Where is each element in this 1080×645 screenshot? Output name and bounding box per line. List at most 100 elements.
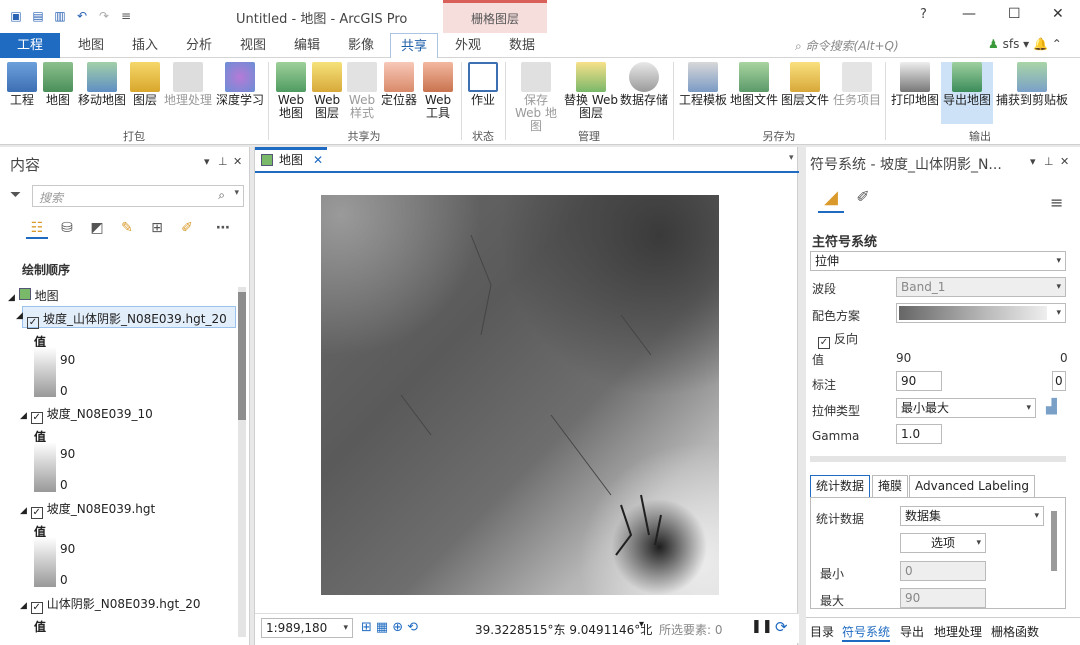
open-icon[interactable]: ▤ <box>30 8 46 24</box>
splitter[interactable] <box>810 456 1066 462</box>
collapse-icon[interactable]: ◢ <box>20 506 27 516</box>
pin-icon[interactable]: ⊥ <box>1044 155 1054 168</box>
filter-icon[interactable]: ⏷ <box>10 187 21 203</box>
new-project-icon[interactable]: ▣ <box>8 8 24 24</box>
visibility-checkbox[interactable]: ✓ <box>27 317 39 329</box>
primary-symbology-icon[interactable]: ◢ <box>818 187 844 213</box>
notification-icon[interactable]: 🔔 <box>1033 37 1048 51</box>
print-map-button[interactable]: 打印地图 <box>890 62 940 107</box>
tab-geoprocessing[interactable]: 地理处理 <box>934 623 982 640</box>
list-by-editing-icon[interactable]: ✎ <box>116 217 138 239</box>
tab-list-icon[interactable]: ▾ <box>789 153 794 163</box>
collapse-icon[interactable]: ◢ <box>16 311 23 321</box>
tab-statistics[interactable]: 统计数据 <box>810 475 871 497</box>
project-template-button[interactable]: 工程模板 <box>678 62 728 107</box>
tab-appearance[interactable]: 外观 <box>443 33 493 58</box>
close-tab-icon[interactable]: ✕ <box>313 150 323 170</box>
user-menu[interactable]: ♟ sfs ▾ 🔔 ⌃ <box>988 37 1062 51</box>
label-low-input[interactable]: 0 <box>1052 371 1066 391</box>
close-pane-icon[interactable]: ✕ <box>1060 155 1069 168</box>
collapse-icon[interactable]: ◢ <box>20 601 27 611</box>
list-by-selection-icon[interactable]: ◩ <box>86 217 108 239</box>
coordinate-format-dropdown[interactable]: ▾ <box>639 619 644 630</box>
renderer-type-select[interactable]: 拉伸 ▾ <box>810 251 1066 271</box>
gamma-input[interactable]: 1.0 <box>896 424 942 444</box>
options-button[interactable]: 选项 ▾ <box>900 533 986 553</box>
tab-raster-functions[interactable]: 栅格函数 <box>991 623 1039 640</box>
contents-search-input[interactable]: 搜索 ⌕ ▾ <box>32 185 244 207</box>
export-map-button[interactable]: 导出地图 <box>941 62 993 124</box>
tab-advanced-labeling[interactable]: Advanced Labeling <box>909 475 1036 497</box>
close-pane-icon[interactable]: ✕ <box>233 155 242 168</box>
refresh-map-icon[interactable]: ⟳ <box>775 618 788 636</box>
pause-drawing-icon[interactable]: ❚❚ <box>751 619 773 634</box>
grid-icon[interactable]: ▦ <box>376 620 392 635</box>
stretch-type-select[interactable]: 最小最大 ▾ <box>896 398 1036 418</box>
more-options-icon[interactable]: ⋯ <box>212 217 234 239</box>
pin-icon[interactable]: ⊥ <box>218 155 228 168</box>
command-search-input[interactable]: ⌕ 命令搜索(Alt+Q) <box>795 37 965 54</box>
package-layer-button[interactable]: 图层 <box>130 62 160 107</box>
list-by-snapping-icon[interactable]: ⊞ <box>146 217 168 239</box>
layer-item-hillshade[interactable]: ◢ ✓ 山体阴影_N08E039.hgt_20 <box>20 595 201 614</box>
tab-imagery[interactable]: 影像 <box>336 33 386 58</box>
save-web-map-button[interactable]: 保存 Web 地图 <box>510 62 562 133</box>
snapping-icon[interactable]: ⊕ <box>392 620 407 635</box>
menu-icon[interactable]: ≡ <box>1050 193 1063 212</box>
tab-map[interactable]: 地图 <box>66 33 116 58</box>
histogram-icon[interactable]: ▟ <box>1046 399 1057 415</box>
list-by-data-source-icon[interactable]: ⛁ <box>56 217 78 239</box>
tab-data[interactable]: 数据 <box>497 33 547 58</box>
tab-share[interactable]: 共享 <box>390 33 438 58</box>
tab-symbology[interactable]: 符号系统 <box>842 623 891 642</box>
share-web-style-button[interactable]: Web 样式 <box>346 62 378 120</box>
share-locator-button[interactable]: 定位器 <box>380 62 418 107</box>
elevation-raster[interactable] <box>321 195 719 595</box>
share-web-layer-button[interactable]: Web 图层 <box>310 62 344 120</box>
share-web-map-button[interactable]: Web 地图 <box>275 62 307 120</box>
layer-item-slope-10[interactable]: ◢ ✓ 坡度_N08E039_10 <box>20 405 153 424</box>
pane-options-icon[interactable]: ▾ <box>1030 155 1036 168</box>
tab-mask[interactable]: 掩膜 <box>872 475 909 497</box>
pane-options-icon[interactable]: ▾ <box>204 155 210 168</box>
list-by-drawing-order-icon[interactable]: ☷ <box>26 217 48 239</box>
fixed-zoom-icon[interactable]: ⊞ <box>361 620 376 635</box>
close-button[interactable]: ✕ <box>1052 6 1064 22</box>
visibility-checkbox[interactable]: ✓ <box>30 507 43 519</box>
statistics-scrollbar[interactable] <box>1051 511 1057 571</box>
maximize-button[interactable]: ☐ <box>1008 6 1021 22</box>
package-project-button[interactable]: 工程 <box>6 62 38 107</box>
minimize-button[interactable]: — <box>962 6 976 22</box>
map-nav-tools[interactable]: ⊞▦⊕⟲ <box>361 620 422 635</box>
deep-learning-package-button[interactable]: 深度学习 <box>216 62 264 107</box>
invert-checkbox[interactable]: ✓ 反向 <box>818 330 858 349</box>
tab-view[interactable]: 视图 <box>228 33 278 58</box>
collapse-icon[interactable]: ◢ <box>8 293 15 303</box>
contents-scrollbar-thumb[interactable] <box>238 292 246 420</box>
color-scheme-select[interactable]: ▾ <box>896 303 1066 323</box>
share-web-tool-button[interactable]: Web 工具 <box>420 62 456 120</box>
context-tab-raster-layer[interactable]: 栅格图层 <box>443 0 547 33</box>
tab-catalog[interactable]: 目录 <box>810 623 834 640</box>
refresh-icon[interactable]: ⟲ <box>407 620 422 635</box>
tab-analysis[interactable]: 分析 <box>174 33 224 58</box>
layer-file-button[interactable]: 图层文件 <box>780 62 830 107</box>
tab-edit[interactable]: 编辑 <box>282 33 332 58</box>
vary-symbology-icon[interactable]: ✐ <box>850 187 876 213</box>
customize-icon[interactable]: ≡ <box>118 8 134 24</box>
map-file-button[interactable]: 地图文件 <box>730 62 778 107</box>
tab-export[interactable]: 导出 <box>900 623 924 640</box>
mobile-map-button[interactable]: 移动地图 <box>78 62 126 107</box>
map-node[interactable]: ◢ 地图 <box>8 287 59 304</box>
replace-web-layer-button[interactable]: 替换 Web 图层 <box>564 62 618 120</box>
tab-insert[interactable]: 插入 <box>120 33 170 58</box>
ribbon-collapse-icon[interactable]: ⌃ <box>1052 37 1062 51</box>
package-map-button[interactable]: 地图 <box>42 62 74 107</box>
tab-project[interactable]: 工程 <box>0 33 60 58</box>
map-tab[interactable]: 地图 ✕ <box>255 147 327 171</box>
undo-icon[interactable]: ↶ <box>74 8 90 24</box>
data-store-button[interactable]: 数据存储 <box>620 62 668 107</box>
scale-selector[interactable]: 1:989,180 ▾ <box>261 618 353 638</box>
visibility-checkbox[interactable]: ✓ <box>30 412 43 424</box>
statistics-select[interactable]: 数据集 ▾ <box>900 506 1044 526</box>
